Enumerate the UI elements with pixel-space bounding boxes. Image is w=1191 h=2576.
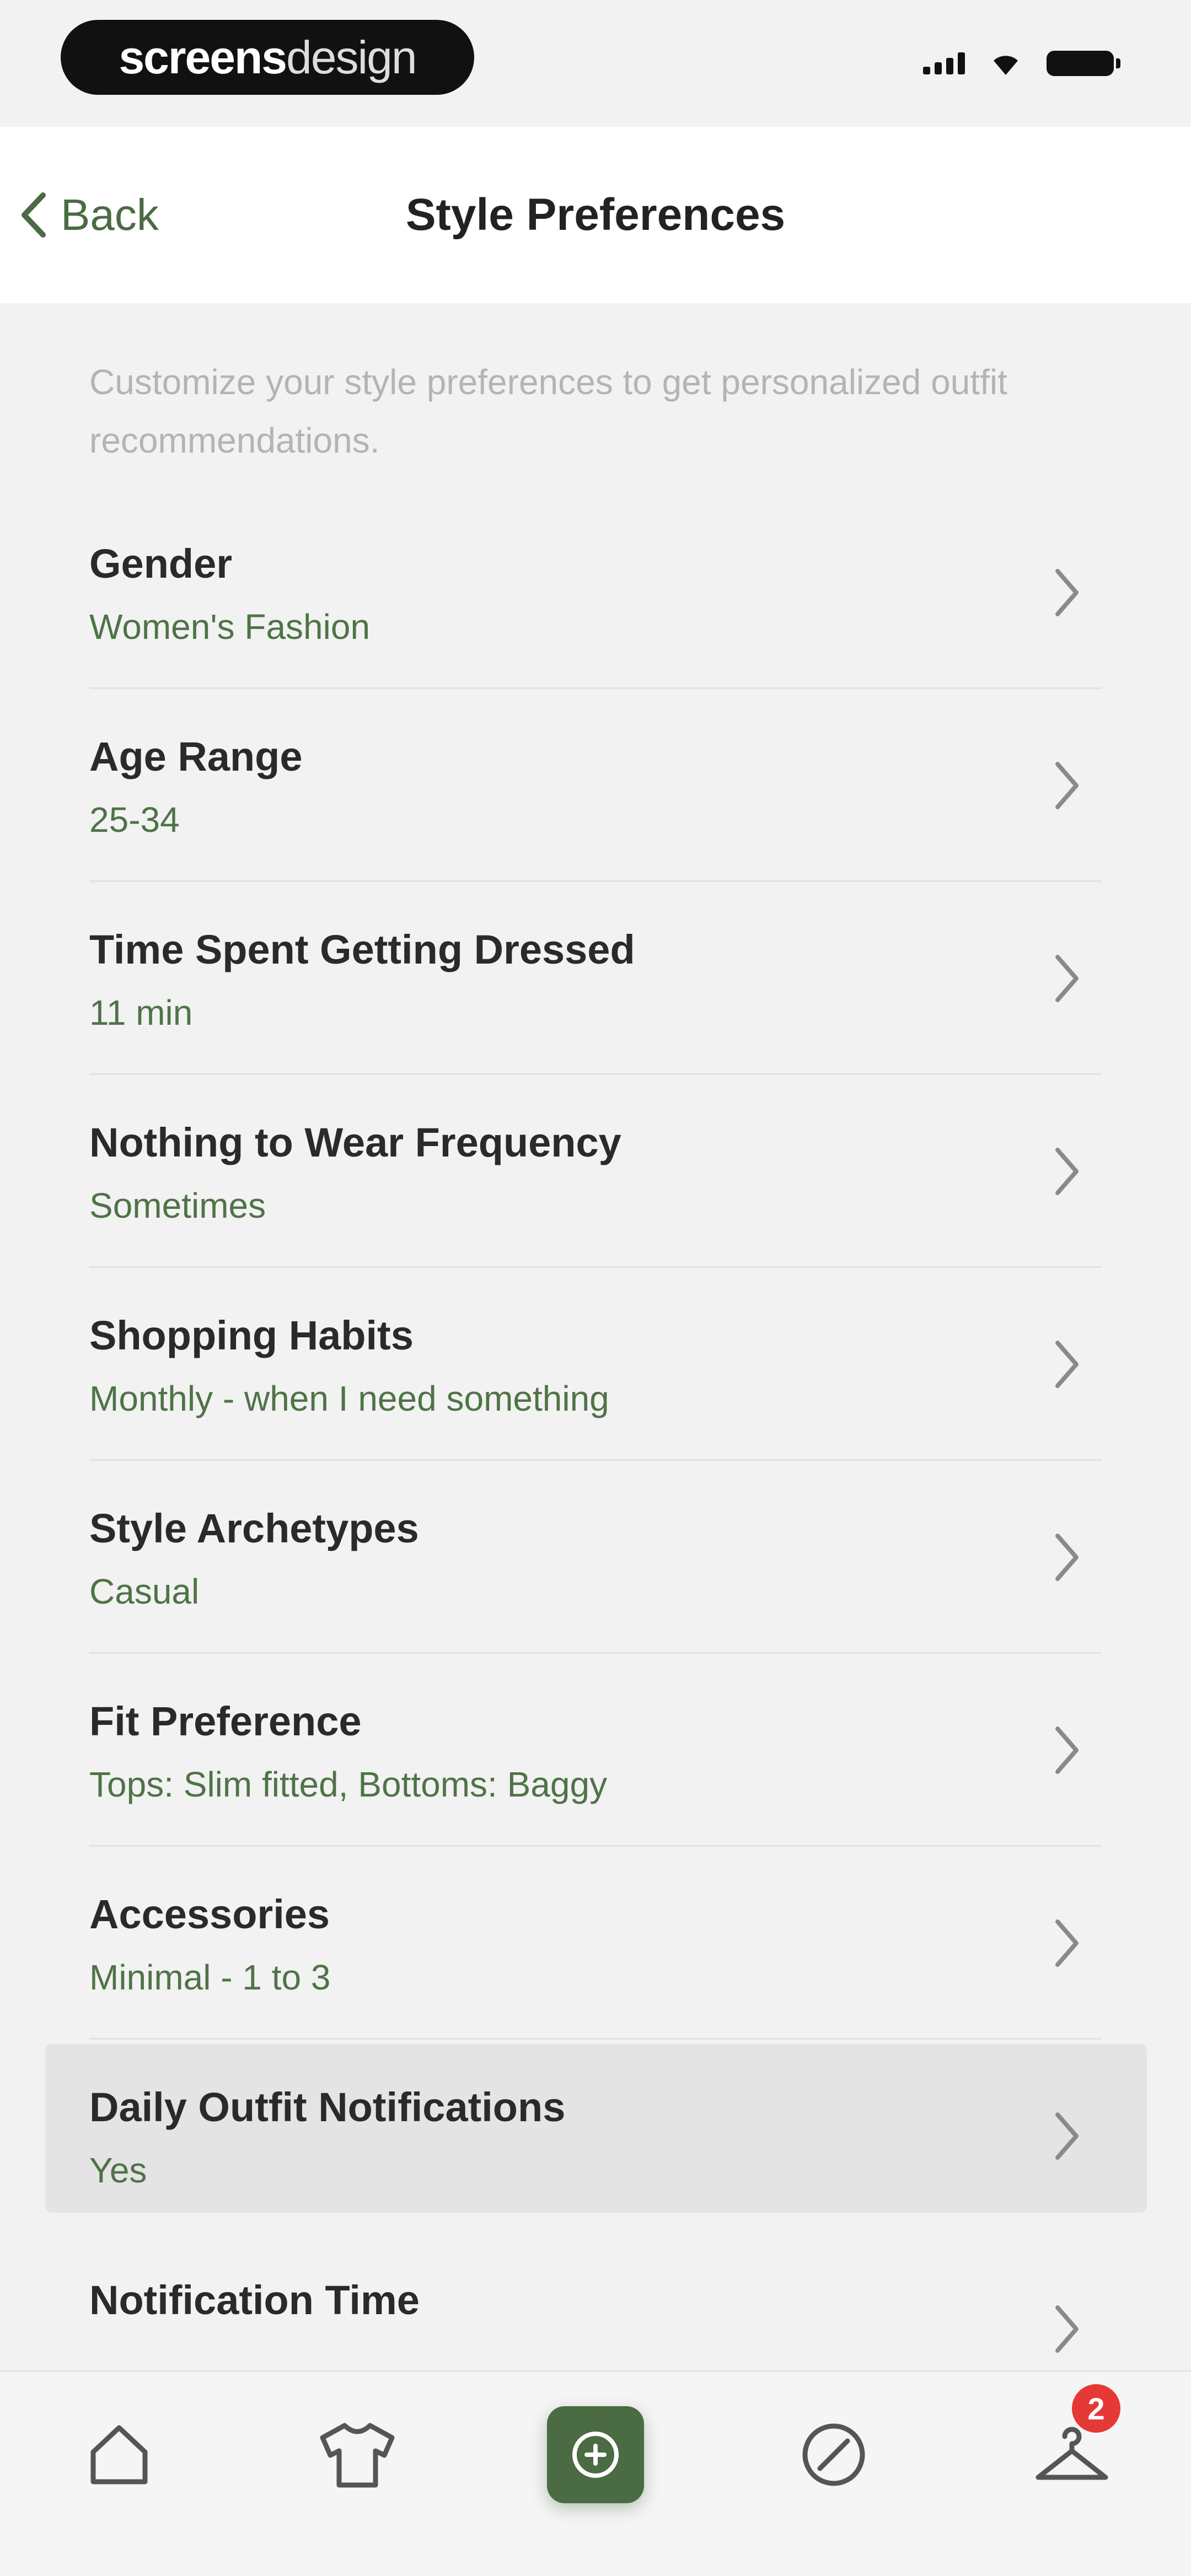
notification-badge: 2 <box>1072 2384 1120 2433</box>
page-title: Style Preferences <box>405 190 786 240</box>
chevron-right-icon <box>1042 1524 1092 1590</box>
brand-bold: screens <box>119 31 287 83</box>
preference-value: 25-34 <box>89 800 180 840</box>
chevron-right-icon <box>1042 1138 1092 1204</box>
preference-title: Gender <box>89 541 233 587</box>
preference-title: Time Spent Getting Dressed <box>89 927 635 972</box>
preference-title: Daily Outfit Notifications <box>89 2084 566 2130</box>
preference-row-accessories[interactable]: Accessories Minimal - 1 to 3 <box>0 1847 1191 2040</box>
preference-value: Tops: Slim fitted, Bottoms: Baggy <box>89 1765 608 1804</box>
preference-value: Monthly - when I need something <box>89 1379 609 1418</box>
preference-value: Women's Fashion <box>89 607 371 647</box>
preference-title: Shopping Habits <box>89 1313 414 1358</box>
preference-row-shopping-habits[interactable]: Shopping Habits Monthly - when I need so… <box>0 1268 1191 1461</box>
tab-create-outfit[interactable] <box>529 2372 662 2537</box>
chevron-right-icon <box>1042 945 1092 1012</box>
preference-row-fit-preference[interactable]: Fit Preference Tops: Slim fitted, Bottom… <box>0 1654 1191 1847</box>
preference-title: Age Range <box>89 734 303 779</box>
preference-row-time-spent[interactable]: Time Spent Getting Dressed 11 min <box>0 882 1191 1075</box>
preference-value: 11 min <box>89 993 193 1032</box>
shirt-icon <box>320 2423 395 2488</box>
chevron-left-icon <box>22 192 46 238</box>
chevron-right-icon <box>1042 2103 1092 2169</box>
chevron-right-icon <box>1042 1717 1092 1783</box>
intro-description: Customize your style preferences to get … <box>89 362 1007 460</box>
tab-home[interactable] <box>53 2372 185 2537</box>
back-button[interactable]: Back <box>20 127 159 303</box>
preference-value: Minimal - 1 to 3 <box>89 1957 331 1997</box>
tab-profile-closet[interactable]: 2 <box>1006 2372 1138 2537</box>
cellular-signal-icon <box>923 52 965 74</box>
preference-title: Accessories <box>89 1891 330 1937</box>
create-outfit-button[interactable] <box>547 2406 644 2503</box>
preference-row-style-archetypes[interactable]: Style Archetypes Casual <box>0 1461 1191 1654</box>
chevron-right-icon <box>1042 2296 1092 2362</box>
preference-title: Fit Preference <box>89 1698 362 1744</box>
chevron-right-icon <box>1042 560 1092 626</box>
tab-bar: 2 <box>0 2370 1191 2576</box>
preference-value: Yes <box>89 2150 147 2190</box>
navigation-bar: Back Style Preferences <box>0 127 1191 303</box>
preference-row-gender[interactable]: Gender Women's Fashion <box>0 496 1191 689</box>
preference-title: Notification Time <box>89 2277 420 2323</box>
discover-icon <box>802 2423 865 2486</box>
screensdesign-logo: screens design <box>61 20 474 95</box>
home-icon <box>90 2425 148 2484</box>
preferences-list: Gender Women's Fashion Age Range 25-34 T… <box>0 496 1191 2426</box>
chevron-right-icon <box>1042 1910 1092 1976</box>
tab-wardrobe[interactable] <box>291 2372 423 2537</box>
preference-value: Sometimes <box>89 1186 266 1225</box>
preference-value: Casual <box>89 1572 200 1611</box>
preference-title: Nothing to Wear Frequency <box>89 1120 621 1165</box>
brand-light: design <box>286 31 417 83</box>
status-bar: screens design <box>0 0 1191 127</box>
preference-row-nothing-to-wear[interactable]: Nothing to Wear Frequency Sometimes <box>0 1075 1191 1268</box>
preference-title: Style Archetypes <box>89 1505 419 1551</box>
preference-row-age-range[interactable]: Age Range 25-34 <box>0 689 1191 882</box>
add-outfit-icon <box>572 2432 619 2478</box>
chevron-right-icon <box>1042 1331 1092 1397</box>
status-icons <box>923 51 1120 76</box>
tab-discover[interactable] <box>768 2372 900 2537</box>
preference-row-daily-notifications[interactable]: Daily Outfit Notifications Yes <box>0 2040 1191 2233</box>
battery-icon <box>1047 51 1120 76</box>
back-label: Back <box>61 190 159 239</box>
wifi-icon <box>994 56 1018 75</box>
chevron-right-icon <box>1042 752 1092 819</box>
